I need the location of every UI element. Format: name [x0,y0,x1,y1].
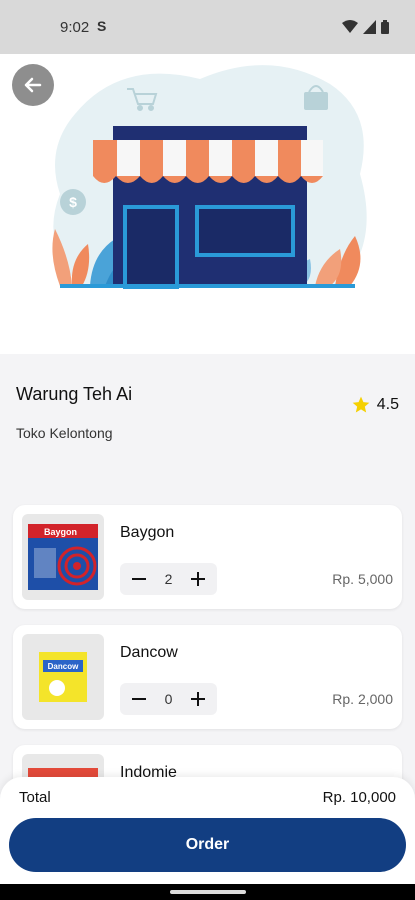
quantity-value: 2 [164,571,173,587]
signal-icon [363,20,376,34]
total-label: Total [19,789,51,806]
store-illustration: $ [0,54,415,354]
product-card[interactable]: Dancow Dancow 0 Rp. 2,000 [13,625,402,729]
minus-icon [132,578,146,580]
product-name: Baygon [120,524,175,541]
wifi-icon [342,20,358,33]
increment-button[interactable] [187,688,209,710]
order-button[interactable]: Order [9,818,406,872]
back-button[interactable] [12,64,54,106]
status-time: 9:02 [60,19,90,36]
shop-name: Warung Teh Ai [16,384,133,404]
quantity-stepper: 2 [120,563,217,595]
order-summary-panel: Total Rp. 10,000 Order [0,777,415,900]
product-name: Dancow [120,644,178,661]
product-logo-text: Baygon [44,527,77,537]
quantity-value: 0 [164,691,173,707]
shop-category: Toko Kelontong [16,425,113,441]
increment-button[interactable] [187,568,209,590]
product-price: Rp. 2,000 [332,691,393,707]
rating-value: 4.5 [376,396,399,413]
quantity-stepper: 0 [120,683,217,715]
product-image: Baygon [22,514,104,600]
plus-icon [190,692,205,706]
battery-icon [381,20,389,34]
total-value: Rp. 10,000 [322,789,396,806]
product-card[interactable]: Baygon Baygon 2 Rp. 5,000 [13,505,402,609]
store-illustration-art: $ [52,65,367,289]
back-arrow-icon [24,77,42,93]
sim-indicator: S [97,18,107,34]
star-icon [352,396,370,413]
decrement-button[interactable] [128,688,150,710]
product-logo-text: Dancow [48,662,79,671]
plus-icon [190,572,205,586]
minus-icon [132,698,146,700]
status-icons [342,20,389,34]
decrement-button[interactable] [128,568,150,590]
product-price: Rp. 5,000 [332,571,393,587]
shop-rating: 4.5 [351,395,399,415]
status-bar: 9:02 S [0,0,415,54]
product-image: Dancow [22,634,104,720]
dollar-icon: $ [60,189,86,215]
svg-text:$: $ [69,194,77,210]
home-gesture-handle[interactable] [170,890,246,894]
